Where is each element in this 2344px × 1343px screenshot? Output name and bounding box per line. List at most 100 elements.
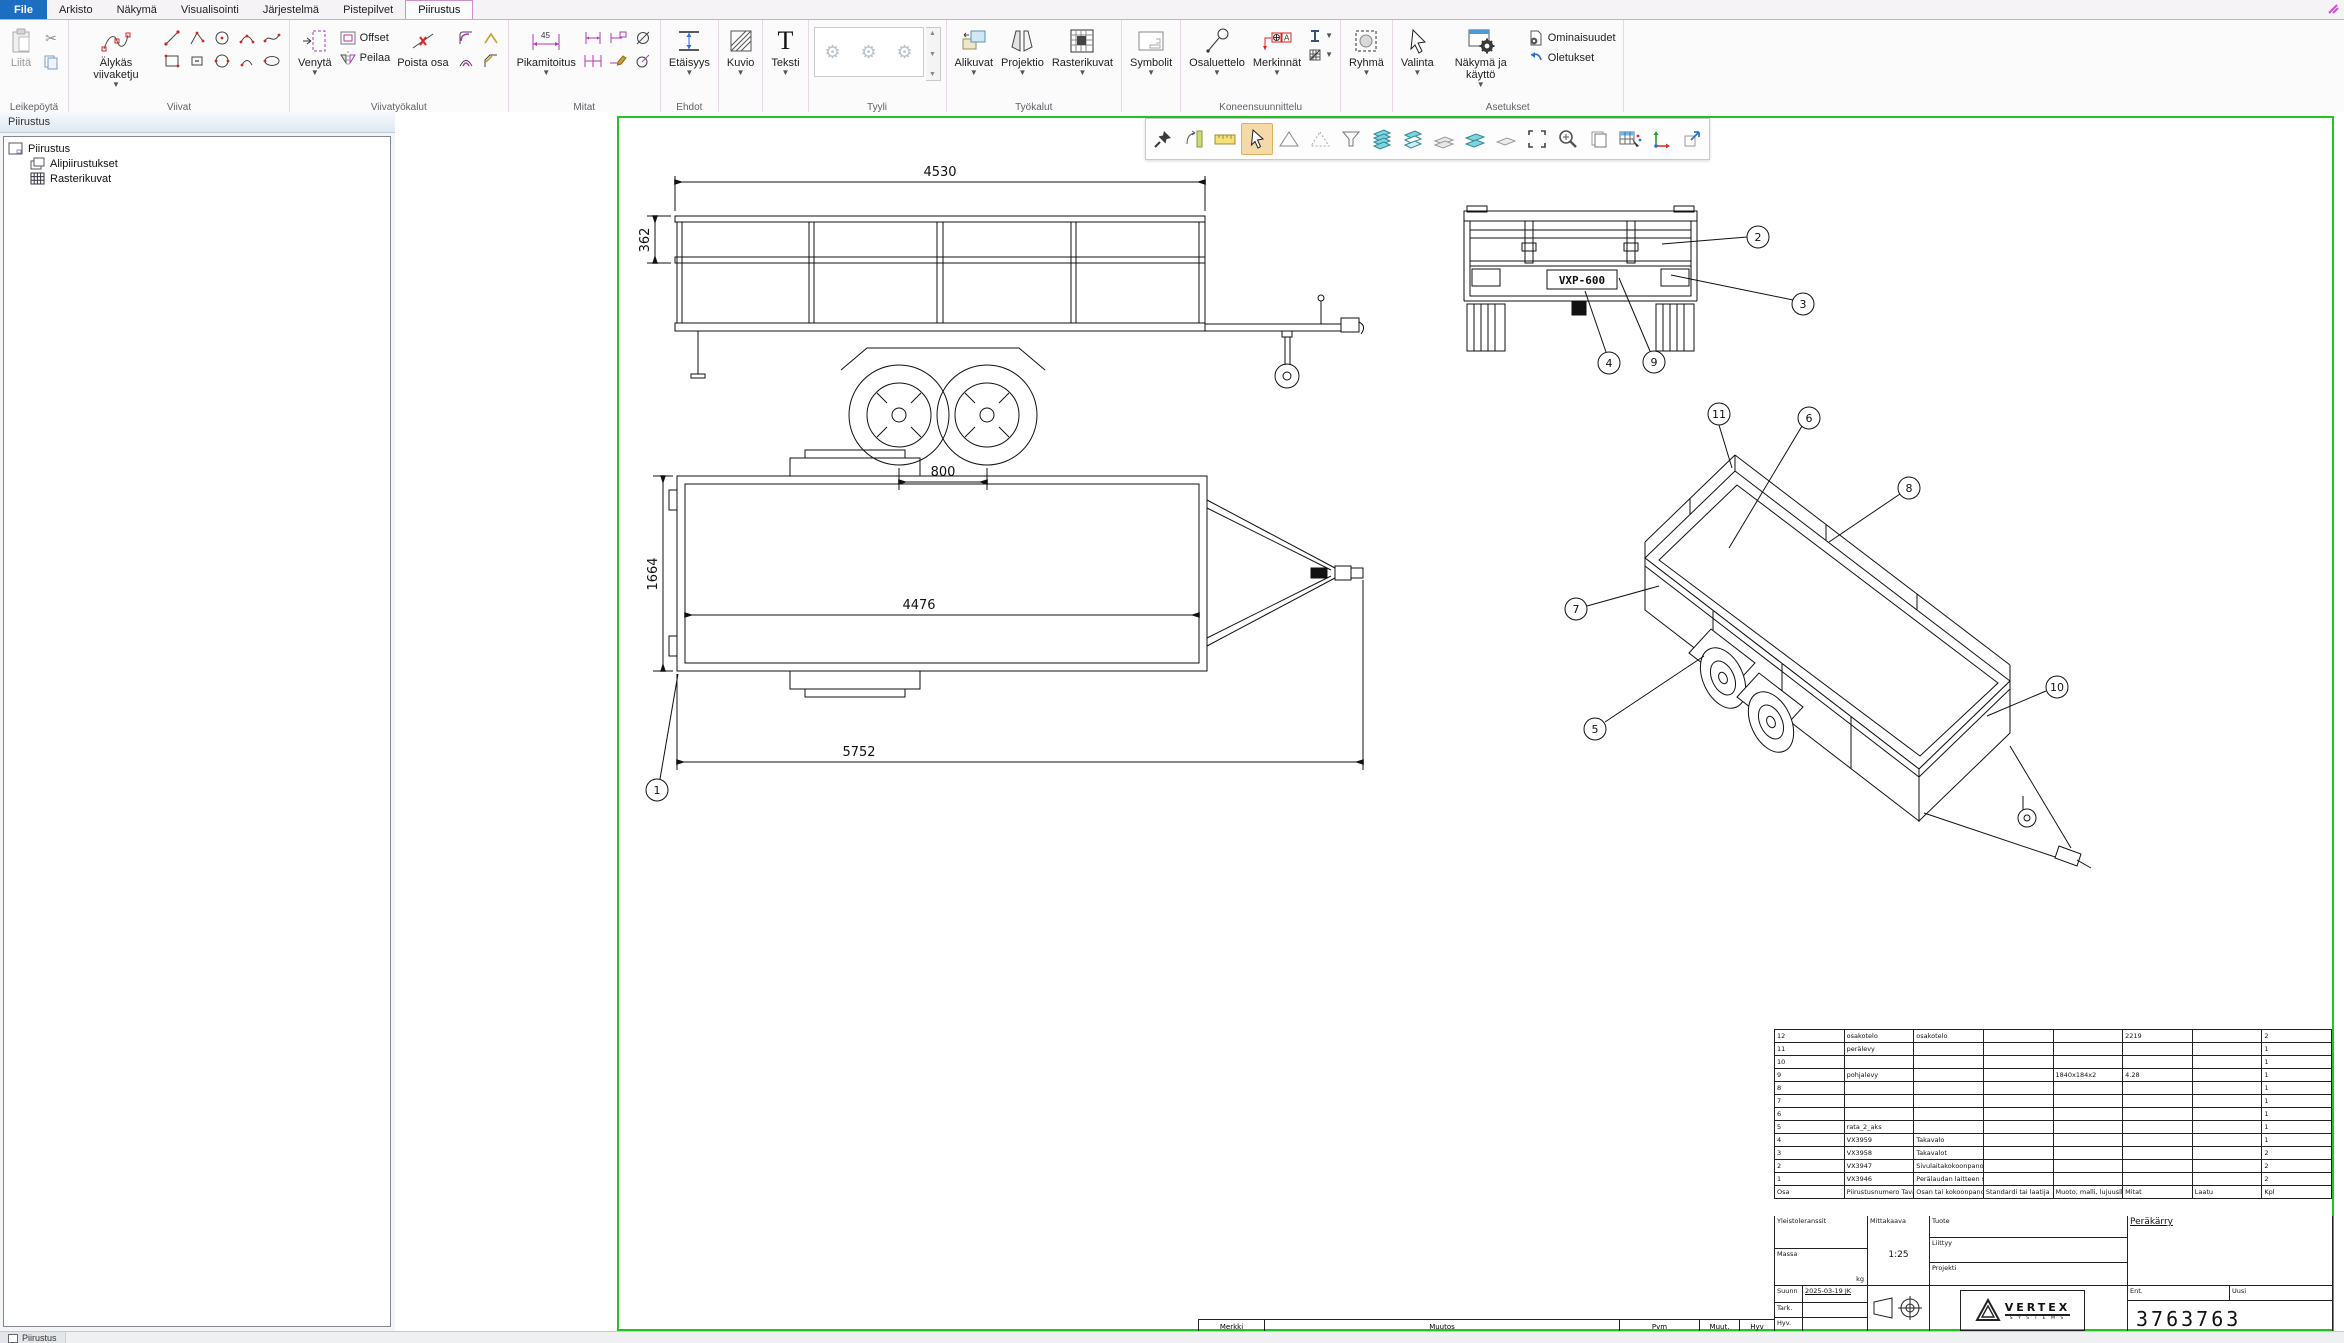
edit-dim-button[interactable] [606,50,630,72]
selection-button[interactable]: Valinta ▼ [1398,23,1437,79]
quick-dimension-button[interactable]: 45 Pikamitoitus ▼ [514,23,579,79]
chevron-down-icon: ▼ [1147,69,1155,77]
distance-button[interactable]: Etäisyys ▼ [666,23,713,79]
projection-button[interactable]: Projektio ▼ [998,23,1047,79]
style-gallery[interactable]: ⚙ ⚙ ⚙ [814,27,924,77]
layers-all-button[interactable] [1367,124,1397,154]
radius-dim-button[interactable] [631,50,655,72]
line-tool-button[interactable] [160,27,184,49]
title-block-bottom: Yleistoleranssit Massa kg Suunn 2025-03-… [1774,1216,2332,1331]
view-isometric[interactable]: 11 6 8 7 5 [1565,403,2091,868]
annotations-button[interactable]: A Merkinnät ▼ [1250,23,1304,79]
arc-3pt-tool-button[interactable] [235,27,259,49]
raster-images-button[interactable]: Rasterikuvat ▼ [1049,23,1116,79]
ellipse-tool-button[interactable] [260,50,284,72]
parts-cell-desc: Takavalot [1914,1147,1984,1160]
tab-pistepilvet[interactable]: Pistepilvet [331,0,405,19]
chamfer-peak-button[interactable] [479,27,503,49]
tab-piirustus-active[interactable]: Piirustus [405,0,473,19]
tab-nakyma[interactable]: Näkymä [105,0,169,19]
view-plan[interactable]: 1664 4476 5752 1 [646,450,1363,801]
tab-visualisointi[interactable]: Visualisointi [169,0,251,19]
group-button[interactable]: Ryhmä ▼ [1346,23,1387,79]
rectangle-center-tool-button[interactable] [185,50,209,72]
layers-mixed-button[interactable] [1398,124,1428,154]
properties-button[interactable]: Ominaisuudet [1525,28,1618,48]
layers-flat-button[interactable] [1429,124,1459,154]
paste-button[interactable]: Liitä [5,23,37,71]
stretch-button[interactable]: Venytä ▼ [295,23,335,79]
profile-symbol-button[interactable]: ▼ [1306,27,1335,45]
subdrawings-button[interactable]: Alikuvat ▼ [952,23,997,79]
fillet-button[interactable] [454,27,478,49]
view-side[interactable]: 4530 362 [638,165,1364,490]
table-style-button[interactable] [1615,124,1645,154]
parts-cell-laatu [2192,1147,2262,1160]
hatch-button[interactable]: Kuvio ▼ [724,23,758,79]
tree-item-alipiirustukset[interactable]: Alipiirustukset [28,156,388,171]
view-and-use-button[interactable]: Näkymä ja käyttö ▼ [1439,23,1523,91]
coordinate-axes-button[interactable] [1646,124,1676,154]
layers-two-button[interactable] [1460,124,1490,154]
chamfer-button[interactable] [479,50,503,72]
circle-tool-button[interactable] [210,50,234,72]
weld-symbol-button[interactable]: ▼ [1306,47,1335,63]
fit-view-button[interactable] [1677,124,1707,154]
defaults-button[interactable]: Oletukset [1525,50,1618,66]
zoom-window-button[interactable] [1522,124,1552,154]
drawing-canvas[interactable]: 4530 362 [395,112,2344,1331]
copy-view-button[interactable] [1584,124,1614,154]
offset-button[interactable]: Offset [337,29,393,47]
tab-arkisto[interactable]: Arkisto [47,0,105,19]
parts-row: 4VX3959Takavalo1 [1775,1134,2332,1147]
pin-toolbar-button[interactable] [1148,124,1178,154]
balloon-3: 3 [1800,298,1807,311]
arc-tool-button[interactable] [235,50,259,72]
layer-single-button[interactable] [1491,124,1521,154]
text-button[interactable]: T Teksti ▼ [768,23,802,79]
symbols-button[interactable]: Symbolit ▼ [1127,23,1175,79]
tree-item-piirustus[interactable]: Piirustus [6,141,388,156]
parts-cell-desc: Sivulaitakokoonpano [1914,1160,1984,1173]
tab-file[interactable]: File [0,0,47,19]
parts-list-button[interactable]: Osaluettelo ▼ [1186,23,1248,79]
mirror-button[interactable]: Peilaa [337,49,393,67]
chain-dim-button[interactable] [581,50,605,72]
fillet-arc-button[interactable] [454,50,478,72]
measure-update-button[interactable] [1179,124,1209,154]
tab-jarjestelma[interactable]: Järjestelmä [251,0,331,19]
triangle-tool-button[interactable] [1274,124,1304,154]
parts-row: 1VX3946Perälaudan laitteen salpakokoonpa… [1775,1173,2332,1186]
copy-button[interactable] [39,51,63,73]
linear-dim-button[interactable] [581,27,605,49]
ordinate-dim-button[interactable] [606,27,630,49]
triangle-ghost-button[interactable] [1305,124,1335,154]
quick-dimension-icon: 45 [529,25,563,57]
tree-item-rasterikuvat[interactable]: Rasterikuvat [28,171,388,186]
parts-cell-std [1983,1056,2053,1069]
circle-center-tool-button[interactable] [210,27,234,49]
tab-pistepilvet-label: Pistepilvet [343,4,393,16]
parts-cell-desc [1914,1056,1984,1069]
rectangle-tool-button[interactable] [160,50,184,72]
parts-cell-muoto [2053,1134,2123,1147]
remove-part-button[interactable]: Poista osa [394,23,451,71]
zoom-in-button[interactable] [1553,124,1583,154]
application-window: File Arkisto Näkymä Visualisointi Järjes… [0,0,2344,1343]
diameter-dim-button[interactable] [631,27,655,49]
polyline-tool-button[interactable] [185,27,209,49]
spline-tool-button[interactable] [260,27,284,49]
statusbar-tab-label: Piirustus [22,1333,57,1343]
style-gallery-scrollbar[interactable]: ▲ ▼ ▼ [926,27,941,81]
balloon-6: 6 [1806,412,1813,425]
parts-cell-mitat: 2219 [2123,1030,2193,1043]
cut-button[interactable]: ✂ [39,27,63,49]
ruler-button[interactable] [1210,124,1240,154]
filter-button[interactable] [1336,124,1366,154]
view-rear[interactable]: VXP-600 2 3 [1464,206,1814,374]
parts-cell-std [1983,1069,2053,1082]
statusbar-tab-piirustus[interactable]: Piirustus [0,1332,66,1343]
parts-cell-desc [1914,1069,1984,1082]
smart-polyline-button[interactable]: Älykäs viivaketju ▼ [74,23,158,91]
select-cursor-button[interactable] [1241,123,1273,155]
